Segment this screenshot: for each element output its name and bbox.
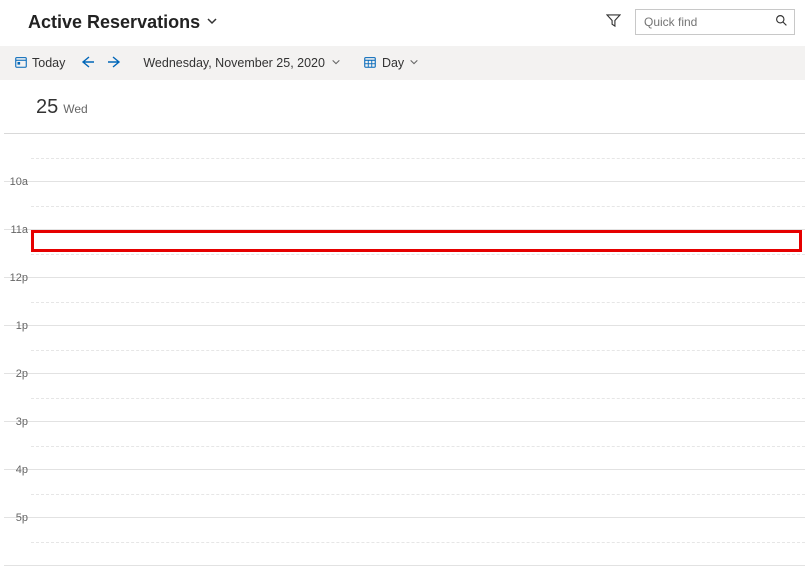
- chevron-down-icon: [331, 56, 341, 70]
- hour-row: [4, 134, 805, 182]
- current-date-text: Wednesday, November 25, 2020: [143, 56, 325, 70]
- hour-row: 12p: [4, 278, 805, 326]
- time-slot[interactable]: [31, 518, 805, 565]
- search-input[interactable]: [644, 15, 768, 29]
- time-slot[interactable]: [31, 374, 805, 421]
- day-name: Wed: [63, 102, 87, 116]
- time-slot[interactable]: [31, 422, 805, 469]
- chevron-down-icon: [206, 15, 218, 30]
- hour-label: 12p: [4, 272, 31, 325]
- filter-button[interactable]: [599, 8, 627, 36]
- calendar-area: 25 Wed 10a11a12p1p2p3p4p5p: [0, 80, 805, 566]
- hour-row: 2p: [4, 374, 805, 422]
- hour-row: 1p: [4, 326, 805, 374]
- hour-row: 11a: [4, 230, 805, 278]
- view-mode-label: Day: [382, 56, 404, 70]
- hour-row: 3p: [4, 422, 805, 470]
- arrow-right-icon: [107, 55, 123, 72]
- search-icon[interactable]: [775, 14, 788, 30]
- time-slot[interactable]: [31, 326, 805, 373]
- prev-button[interactable]: [75, 51, 99, 75]
- time-slot[interactable]: [31, 278, 805, 325]
- day-number: 25: [36, 96, 58, 119]
- page-header: Active Reservations: [0, 0, 805, 46]
- time-slot[interactable]: [31, 134, 805, 181]
- hour-row: 10a: [4, 182, 805, 230]
- today-label: Today: [32, 56, 65, 70]
- hour-label: 4p: [4, 464, 31, 517]
- calendar-toolbar: Today Wednesday, November 25, 2020 Day: [0, 46, 805, 80]
- filter-icon: [606, 13, 621, 31]
- hour-label: 5p: [4, 512, 31, 565]
- arrow-left-icon: [79, 55, 95, 72]
- page-title: Active Reservations: [28, 12, 200, 33]
- time-slot[interactable]: [31, 230, 805, 277]
- hour-label: [4, 128, 31, 181]
- view-mode-selector[interactable]: Day: [357, 52, 425, 75]
- hour-label: 11a: [4, 224, 31, 277]
- time-slot[interactable]: [31, 182, 805, 229]
- hour-row: 5p: [4, 518, 805, 566]
- hour-label: 10a: [4, 176, 31, 229]
- time-slot[interactable]: [31, 470, 805, 517]
- time-grid: 10a11a12p1p2p3p4p5p: [4, 134, 805, 566]
- hour-label: 1p: [4, 320, 31, 373]
- next-button[interactable]: [103, 51, 127, 75]
- quick-find-search[interactable]: [635, 9, 795, 35]
- hour-label: 3p: [4, 416, 31, 469]
- calendar-grid-icon: [363, 55, 377, 72]
- chevron-down-icon: [409, 56, 419, 70]
- hour-label: 2p: [4, 368, 31, 421]
- today-button[interactable]: Today: [8, 52, 71, 75]
- calendar-today-icon: [14, 55, 28, 72]
- date-picker[interactable]: Wednesday, November 25, 2020: [137, 53, 347, 73]
- hour-row: 4p: [4, 470, 805, 518]
- day-column-header[interactable]: 25 Wed: [4, 80, 805, 134]
- view-selector[interactable]: Active Reservations: [28, 12, 218, 33]
